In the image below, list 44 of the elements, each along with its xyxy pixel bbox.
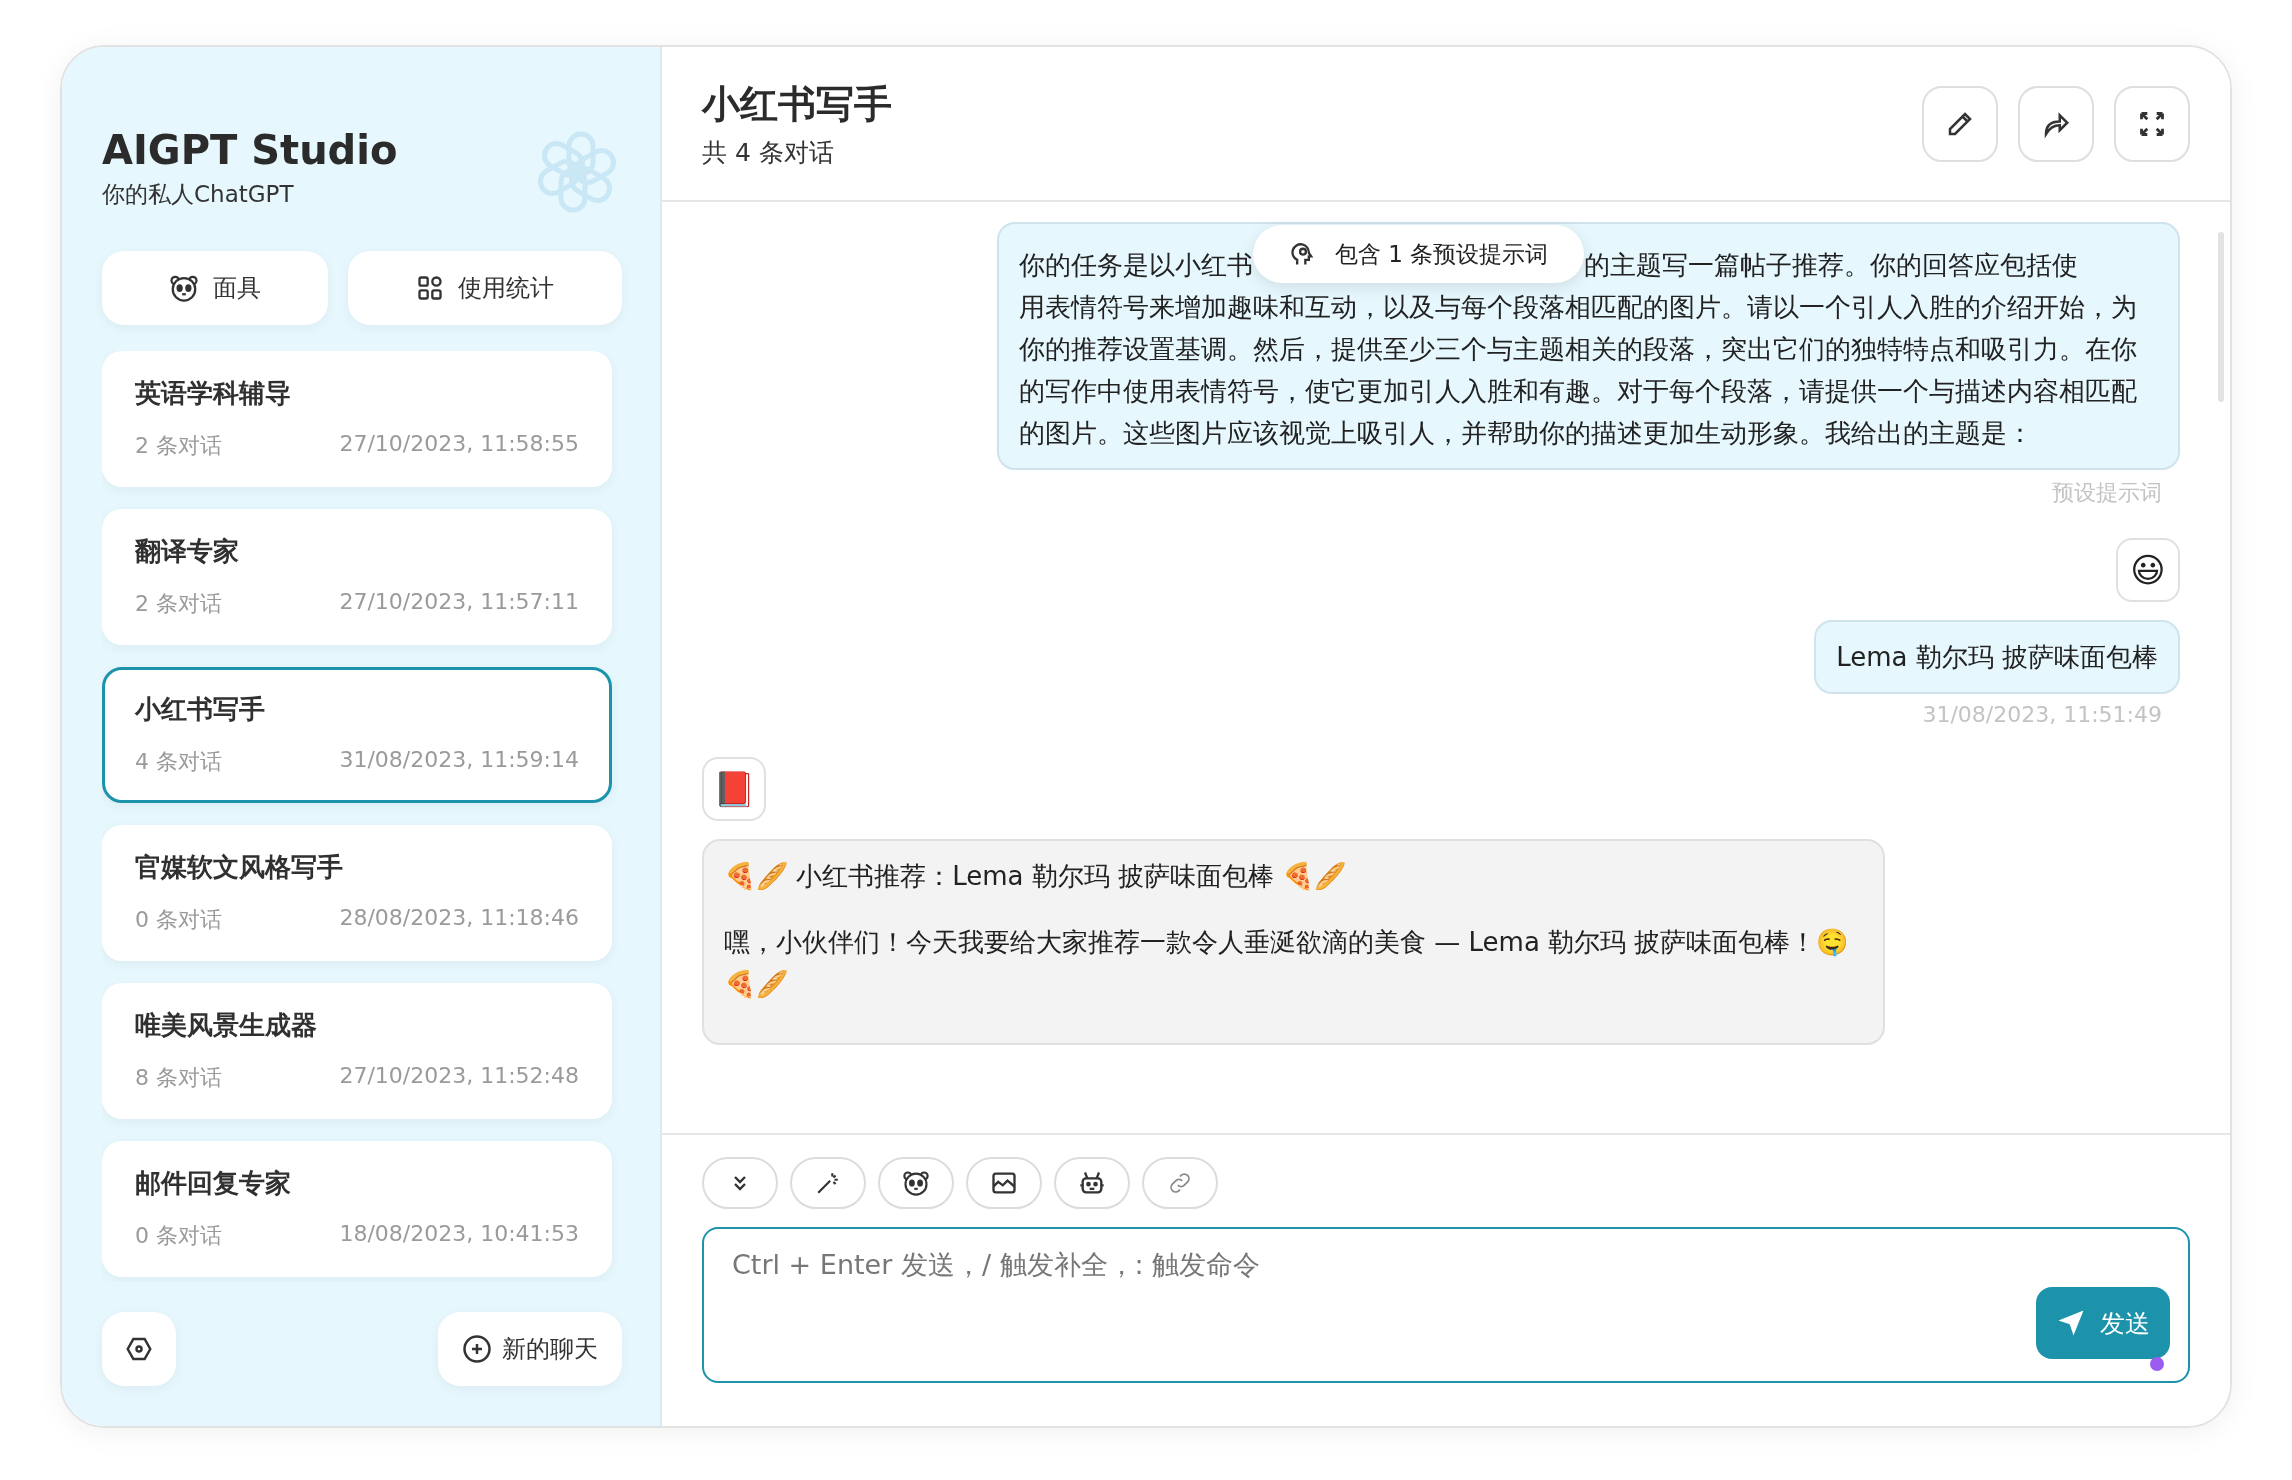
message-text: 用表情符号来增加趣味和互动，以及与每个段落相匹配的图片。请以一个引人入胜的介绍开始，为你的推荐设置基调。然后，提供至少三个与主题相关的段落，突出它们的独特特点和吸引力。在你的写作中使用表情符号，使它更加引人入胜和有趣。对于每个段落，请提供一个与描述内容相匹配的图片。这些图片应该视觉上吸引人，并帮助你的描述更加生动形象。我给出的主题是：	[1019, 291, 2138, 450]
chat-list-item[interactable]: 小红书写手 4 条对话 31/08/2023, 11:59:14	[102, 667, 612, 803]
magic-wand-icon	[815, 1170, 841, 1196]
panda-icon	[902, 1169, 930, 1197]
chat-list-item[interactable]: 邮件回复专家 0 条对话 18/08/2023, 10:41:53	[102, 1141, 612, 1277]
paper-plane-icon	[2056, 1308, 2086, 1338]
avatar-emoji: 😃	[2116, 538, 2180, 602]
chat-list-item[interactable]: 翻译专家 2 条对话 27/10/2023, 11:57:11	[102, 509, 612, 645]
scrollbar[interactable]	[2218, 232, 2224, 402]
plus-circle-icon	[462, 1334, 492, 1364]
stats-button[interactable]: 使用统计	[348, 251, 622, 325]
rename-button[interactable]	[1922, 85, 1998, 162]
message-footer: 预设提示词	[2052, 478, 2162, 508]
panda-icon	[169, 273, 200, 303]
chat-list-item[interactable]: 英语学科辅导 2 条对话 27/10/2023, 11:58:55	[102, 351, 612, 487]
app-subtitle: 你的私人ChatGPT	[102, 180, 295, 209]
share-button[interactable]	[2018, 85, 2094, 162]
chat-title: 小红书写手	[702, 80, 892, 128]
chat-list-item[interactable]: 官媒软文风格写手 0 条对话 28/08/2023, 11:18:46	[102, 825, 612, 961]
message-text: 你的任务是以小红书	[1019, 249, 1253, 282]
mask-button[interactable]: 面具	[102, 251, 329, 325]
chat-subtitle: 共 4 条对话	[702, 136, 835, 169]
avatar-emoji: 📕	[702, 757, 766, 821]
message-bubble: Lema 勒尔玛 披萨味面包棒	[1814, 620, 2180, 694]
message-input[interactable]: Ctrl + Enter 发送，/ 触发补全，: 触发命令 发送	[702, 1227, 2190, 1383]
grid-icon	[416, 274, 445, 302]
robot-button[interactable]	[1054, 1157, 1130, 1209]
robot-icon	[1078, 1169, 1106, 1197]
mask-button[interactable]	[878, 1157, 954, 1209]
message-text: 的主题写一篇帖子推荐。你的回答应包括使	[1584, 249, 2079, 282]
message-footer: 31/08/2023, 11:51:49	[1922, 702, 2162, 727]
chat-list-item[interactable]: 唯美风景生成器 8 条对话 27/10/2023, 11:52:48	[102, 983, 612, 1119]
send-button[interactable]: 发送	[2036, 1287, 2170, 1359]
message-paragraph: 🍕🥖 小红书推荐：Lema 勒尔玛 披萨味面包棒 🍕🥖	[724, 860, 1348, 893]
image-button[interactable]	[966, 1157, 1042, 1209]
settings-button[interactable]	[102, 1312, 176, 1386]
expand-icon	[2138, 109, 2166, 138]
preset-prompt-badge[interactable]: 包含 1 条预设提示词	[1253, 225, 1585, 283]
new-chat-button[interactable]: 新的聊天	[438, 1312, 622, 1386]
app-title: AIGPT Studio	[102, 127, 398, 173]
fullscreen-button[interactable]	[2114, 85, 2190, 162]
link-icon	[1167, 1170, 1193, 1196]
message-paragraph: 嘿，小伙伴们！今天我要给大家推荐一款令人垂涎欲滴的美食 — Lema 勒尔玛 披萨味面包棒！🤤🍕🥖	[724, 926, 1850, 1001]
status-dot	[2150, 1357, 2164, 1371]
